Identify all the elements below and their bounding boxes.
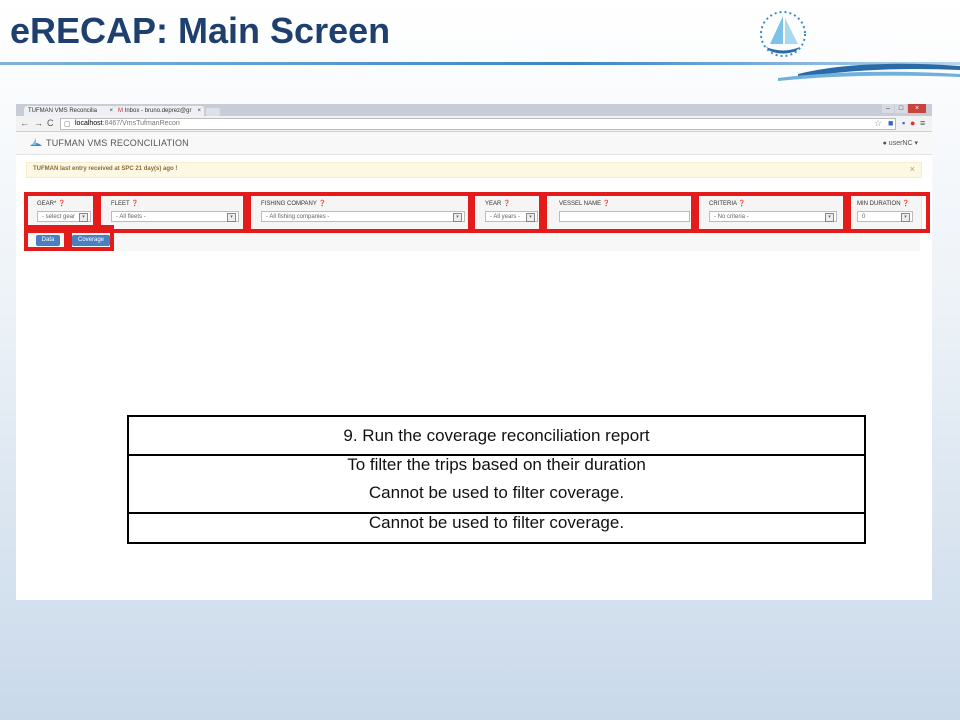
callout-row-1: 9. Run the coverage reconciliation repor… xyxy=(343,426,650,445)
callout-row-4: Cannot be used to filter coverage. xyxy=(368,513,625,532)
new-tab-button[interactable] xyxy=(206,108,220,116)
user-menu[interactable]: ● userNC ▾ xyxy=(883,139,918,147)
back-icon[interactable]: ← xyxy=(20,118,29,128)
app-header: TUFMAN VMS RECONCILIATION ● userNC ▾ xyxy=(16,132,932,155)
browser-tab-bar: TUFMAN VMS Reconcilia × M Inbox - bruno.… xyxy=(16,104,932,116)
callout-box: 9. Run the coverage reconciliation repor… xyxy=(127,415,866,544)
page-icon: ▢ xyxy=(64,121,71,128)
alert-close-button[interactable]: × xyxy=(910,164,915,174)
slide-title: eRECAP: Main Screen xyxy=(10,10,391,51)
extension-icon[interactable]: ■ xyxy=(888,118,893,128)
url-host: localhost xyxy=(75,120,103,127)
highlight-fleet xyxy=(97,192,247,233)
address-toolbar: ← → C ▢ localhost:8467/VmsTufmanRecon ☆ … xyxy=(16,116,932,132)
callout-row-2: To filter the trips based on their durat… xyxy=(347,455,646,474)
highlight-coverage-button xyxy=(64,225,114,251)
alert-text: TUFMAN last entry received at SPC 21 day… xyxy=(33,166,178,172)
extension-icon[interactable]: ▪ xyxy=(902,118,905,128)
warning-alert: TUFMAN last entry received at SPC 21 day… xyxy=(26,162,922,178)
forward-icon[interactable]: → xyxy=(34,118,43,128)
highlight-year xyxy=(471,192,543,233)
organization-logo xyxy=(760,11,960,81)
highlight-min-duration xyxy=(847,192,930,233)
tab-label: Inbox - bruno.deprez@gr xyxy=(124,108,192,114)
action-bar: Data Coverage xyxy=(26,230,920,251)
highlight-vessel xyxy=(543,192,695,233)
caret-down-icon: ▾ xyxy=(914,140,918,147)
highlight-criteria xyxy=(695,192,847,233)
user-icon: ● xyxy=(882,140,887,147)
minimize-button[interactable]: – xyxy=(882,104,894,113)
url-input[interactable]: ▢ localhost:8467/VmsTufmanRecon xyxy=(60,118,896,130)
url-path: :8467/VmsTufmanRecon xyxy=(102,120,180,127)
maximize-button[interactable]: □ xyxy=(895,104,907,113)
reload-icon[interactable]: C xyxy=(47,118,54,128)
app-title: TUFMAN VMS RECONCILIATION xyxy=(46,138,189,148)
highlight-company xyxy=(247,192,472,233)
tab-label: TUFMAN VMS Reconcilia xyxy=(28,108,98,114)
menu-icon[interactable]: ≡ xyxy=(920,118,925,128)
close-icon[interactable]: × xyxy=(109,106,113,116)
gmail-icon: M xyxy=(118,108,123,114)
star-icon[interactable]: ☆ xyxy=(874,118,882,129)
close-icon[interactable]: × xyxy=(197,106,201,116)
extension-icon[interactable]: ● xyxy=(910,118,915,128)
callout-row-3: Cannot be used to filter coverage. xyxy=(368,483,625,502)
app-logo-icon xyxy=(30,138,42,146)
user-name: userNC xyxy=(888,140,913,147)
tab-tufman[interactable]: TUFMAN VMS Reconcilia × xyxy=(24,106,116,116)
tab-inbox[interactable]: M Inbox - bruno.deprez@gr × xyxy=(114,106,204,116)
close-window-button[interactable]: × xyxy=(908,104,926,113)
